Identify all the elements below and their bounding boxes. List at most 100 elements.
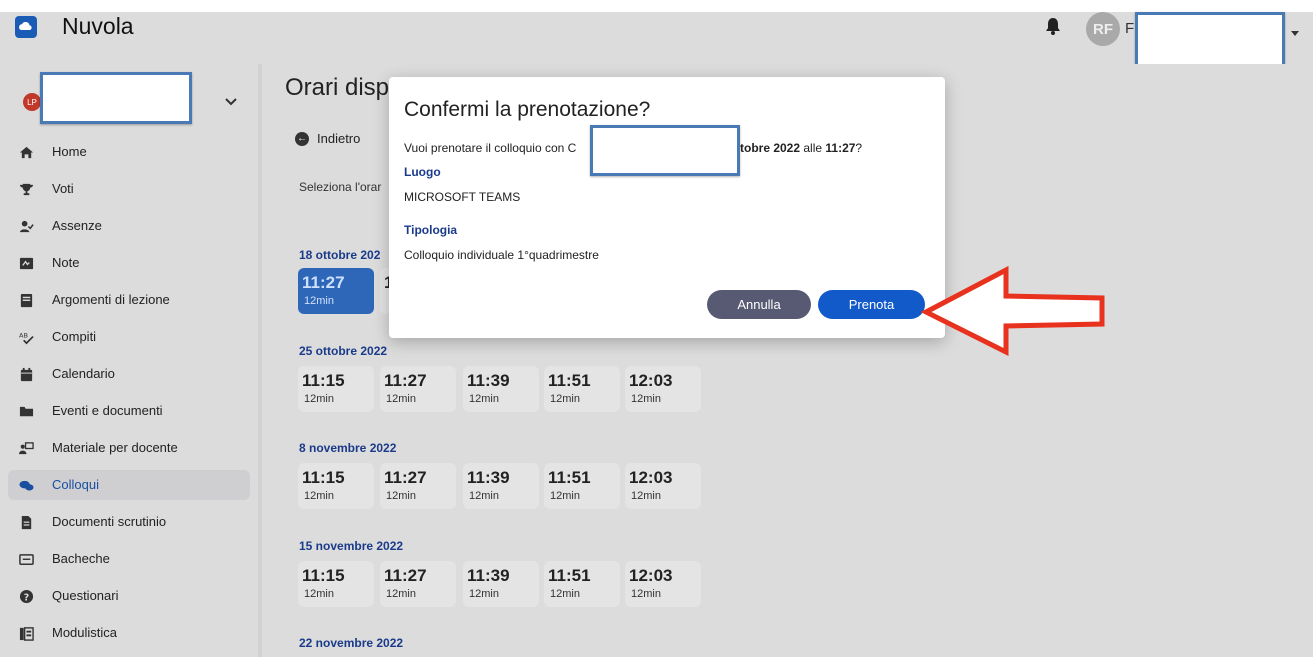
time-slot[interactable]: 11:15 12min [298,463,374,509]
slot-duration: 12min [550,588,580,600]
slot-duration: 12min [550,490,580,502]
slot-time: 12:03 [629,371,673,390]
tipologia-value: Colloquio individuale 1°quadrimestre [404,248,599,262]
sidebar-item-modulistica[interactable]: Modulistica [8,618,250,648]
slot-time: 12:03 [629,566,673,585]
luogo-label: Luogo [404,165,441,179]
sidebar-item-note[interactable]: Note [8,248,250,278]
dialog-question-rest: ttobre 2022 alle 11:27? [736,141,862,155]
slot-time: 11:27 [384,566,427,585]
luogo-value: MICROSOFT TEAMS [404,190,521,204]
calendar-icon [18,366,34,382]
sidebar-item-compiti[interactable]: AB Compiti [8,322,250,352]
question-date: ttobre 2022 [736,141,801,155]
slot-duration: 12min [550,393,580,405]
slot-duration: 12min [386,588,416,600]
dialog-title: Confermi la prenotazione? [404,98,651,121]
sidebar-item-label: Bacheche [52,551,110,566]
sidebar-item-label: Note [52,255,80,270]
home-icon [18,144,34,160]
slot-time: 11:15 [302,468,345,487]
sidebar-item-eventi[interactable]: Eventi e documenti [8,396,250,426]
book-button[interactable]: Prenota [818,290,925,319]
slot-time: 11:39 [467,468,510,487]
sidebar-item-label: Questionari [52,588,119,603]
time-slot[interactable]: 11:27 12min [380,561,456,607]
folder-icon [18,403,34,419]
date-heading: 8 novembre 2022 [299,441,397,455]
sidebar-item-argomenti[interactable]: Argomenti di lezione [8,285,250,315]
sidebar-item-label: Calendario [52,366,115,381]
board-icon [18,551,34,567]
slot-duration: 12min [631,490,661,502]
sidebar-item-assenze[interactable]: Assenze [8,211,250,241]
slot-time: 11:27 [302,273,345,292]
date-heading: 22 novembre 2022 [299,636,404,650]
user-name-partial[interactable]: F [1125,20,1134,37]
app-title[interactable]: Nuvola [62,13,134,40]
time-slot[interactable]: 11:27 12min [380,366,456,412]
question-time: 11:27 [825,141,856,155]
slot-duration: 12min [469,588,499,600]
time-slot-selected[interactable]: 11:27 12min [298,268,374,314]
sidebar-item-label: Materiale per docente [52,440,178,455]
student-avatar: LP [23,93,41,111]
slot-duration: 12min [304,490,334,502]
slot-time: 11:39 [467,371,510,390]
user-avatar[interactable]: RF [1086,12,1120,46]
time-slot[interactable]: 11:51 12min [544,463,620,509]
user-menu-caret-icon[interactable] [1291,31,1299,36]
slot-time: 11:51 [548,468,591,487]
sidebar-item-voti[interactable]: Voti [8,174,250,204]
time-slot[interactable]: 12:03 12min [625,561,701,607]
notifications-bell-icon[interactable] [1044,16,1062,36]
question-end: ? [855,141,863,155]
book-icon [18,292,34,308]
time-slot[interactable]: 12:03 12min [625,366,701,412]
slot-duration: 12min [304,393,334,405]
back-button[interactable]: ← Indietro [295,131,360,146]
sidebar-item-label: Eventi e documenti [52,403,163,418]
time-slot[interactable]: 11:15 12min [298,561,374,607]
app-logo-icon[interactable] [15,16,37,38]
sidebar-item-label: Modulistica [52,625,118,640]
sidebar-item-materiale[interactable]: Materiale per docente [8,433,250,463]
sidebar-item-label: Assenze [52,218,102,233]
time-slot[interactable]: 11:51 12min [544,561,620,607]
sidebar-item-bacheche[interactable]: Bacheche [8,544,250,574]
arrow-left-icon: ← [295,131,309,146]
time-slot[interactable]: 11:51 12min [544,366,620,412]
slot-duration: 12min [386,393,416,405]
time-slot[interactable]: 11:39 12min [463,366,539,412]
slot-duration: 12min [304,588,334,600]
sidebar-item-label: Home [52,144,87,159]
sidebar-item-calendario[interactable]: Calendario [8,359,250,389]
annotation-arrow-icon [920,265,1105,357]
slot-time: 11:15 [302,566,345,585]
instruction-text: Seleziona l'orar [299,180,382,194]
cancel-button[interactable]: Annulla [707,290,811,319]
sidebar-item-colloqui[interactable]: Colloqui [8,470,250,500]
time-slot[interactable]: 11:39 12min [463,561,539,607]
svg-text:AB: AB [19,331,28,339]
page-title: Orari disp [285,74,390,101]
sidebar-item-label: Voti [52,181,74,196]
time-slot[interactable]: 11:15 12min [298,366,374,412]
chevron-down-icon[interactable] [224,95,238,109]
slot-time: 11:51 [548,566,591,585]
slot-duration: 12min [631,588,661,600]
date-heading: 18 ottobre 202 [299,248,381,262]
sidebar-item-documenti[interactable]: Documenti scrutinio [8,507,250,537]
sidebar-item-home[interactable]: Home [8,137,250,167]
redaction-box [40,72,192,124]
sidebar-item-label: Compiti [52,329,97,344]
slot-time: 12:03 [629,468,673,487]
teacher-icon [18,440,34,456]
sidebar-item-label: Documenti scrutinio [52,514,167,529]
time-slot[interactable]: 12:03 12min [625,463,701,509]
sidebar-item-questionari[interactable]: ? Questionari [8,581,250,611]
time-slot[interactable]: 11:27 12min [380,463,456,509]
time-slot[interactable]: 11:39 12min [463,463,539,509]
question-mid: alle [800,141,826,155]
slot-time: 11:51 [548,371,591,390]
